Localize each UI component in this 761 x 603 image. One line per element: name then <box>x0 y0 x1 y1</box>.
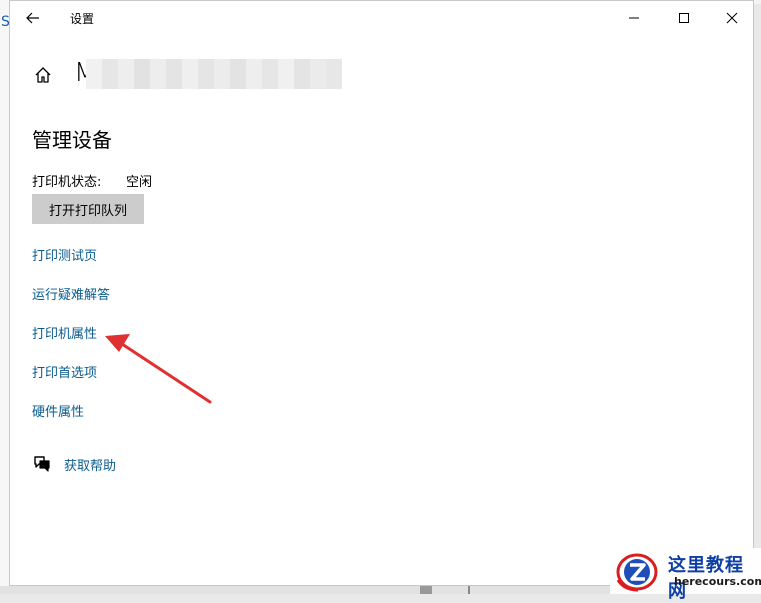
site-watermark: 这里教程网 herecours.com <box>610 548 761 602</box>
get-help-label: 获取帮助 <box>64 458 117 474</box>
run-troubleshooter-link[interactable]: 运行疑难解答 <box>32 284 110 303</box>
minimize-icon <box>629 17 639 19</box>
settings-window: 设置 M 管理设备 打印机状态: 空闲 <box>9 0 754 586</box>
get-help-link[interactable]: 获取帮助 <box>32 454 116 474</box>
printer-properties-link[interactable]: 打印机属性 <box>32 323 97 342</box>
printer-status: 打印机状态: 空闲 <box>32 171 152 190</box>
title-bar: 设置 <box>10 1 753 35</box>
close-icon <box>726 12 738 24</box>
minimize-button[interactable] <box>612 5 656 31</box>
window-title: 设置 <box>70 12 95 26</box>
watermark-logo <box>616 553 658 592</box>
arrow-left-icon <box>26 12 39 24</box>
desktop-bottom-mark <box>420 586 432 594</box>
close-button[interactable] <box>710 5 754 31</box>
printing-preferences-link[interactable]: 打印首选项 <box>32 362 97 381</box>
status-label: 打印机状态: <box>32 175 102 190</box>
home-button[interactable] <box>32 64 54 86</box>
back-button[interactable] <box>22 7 44 29</box>
desktop-bottom-mark <box>468 586 470 594</box>
hardware-properties-link[interactable]: 硬件属性 <box>32 401 84 420</box>
chat-bubble-icon <box>34 456 50 472</box>
redacted-device-name <box>86 59 342 89</box>
section-title: 管理设备 <box>32 128 112 152</box>
watermark-url: herecours.com <box>674 575 761 588</box>
status-value: 空闲 <box>126 175 153 190</box>
maximize-icon <box>679 13 689 23</box>
open-print-queue-button[interactable]: 打开打印队列 <box>32 194 144 224</box>
desktop-left-edge: S <box>0 0 10 594</box>
home-icon <box>35 67 51 83</box>
maximize-button[interactable] <box>662 5 706 31</box>
print-test-page-link[interactable]: 打印测试页 <box>32 245 97 264</box>
